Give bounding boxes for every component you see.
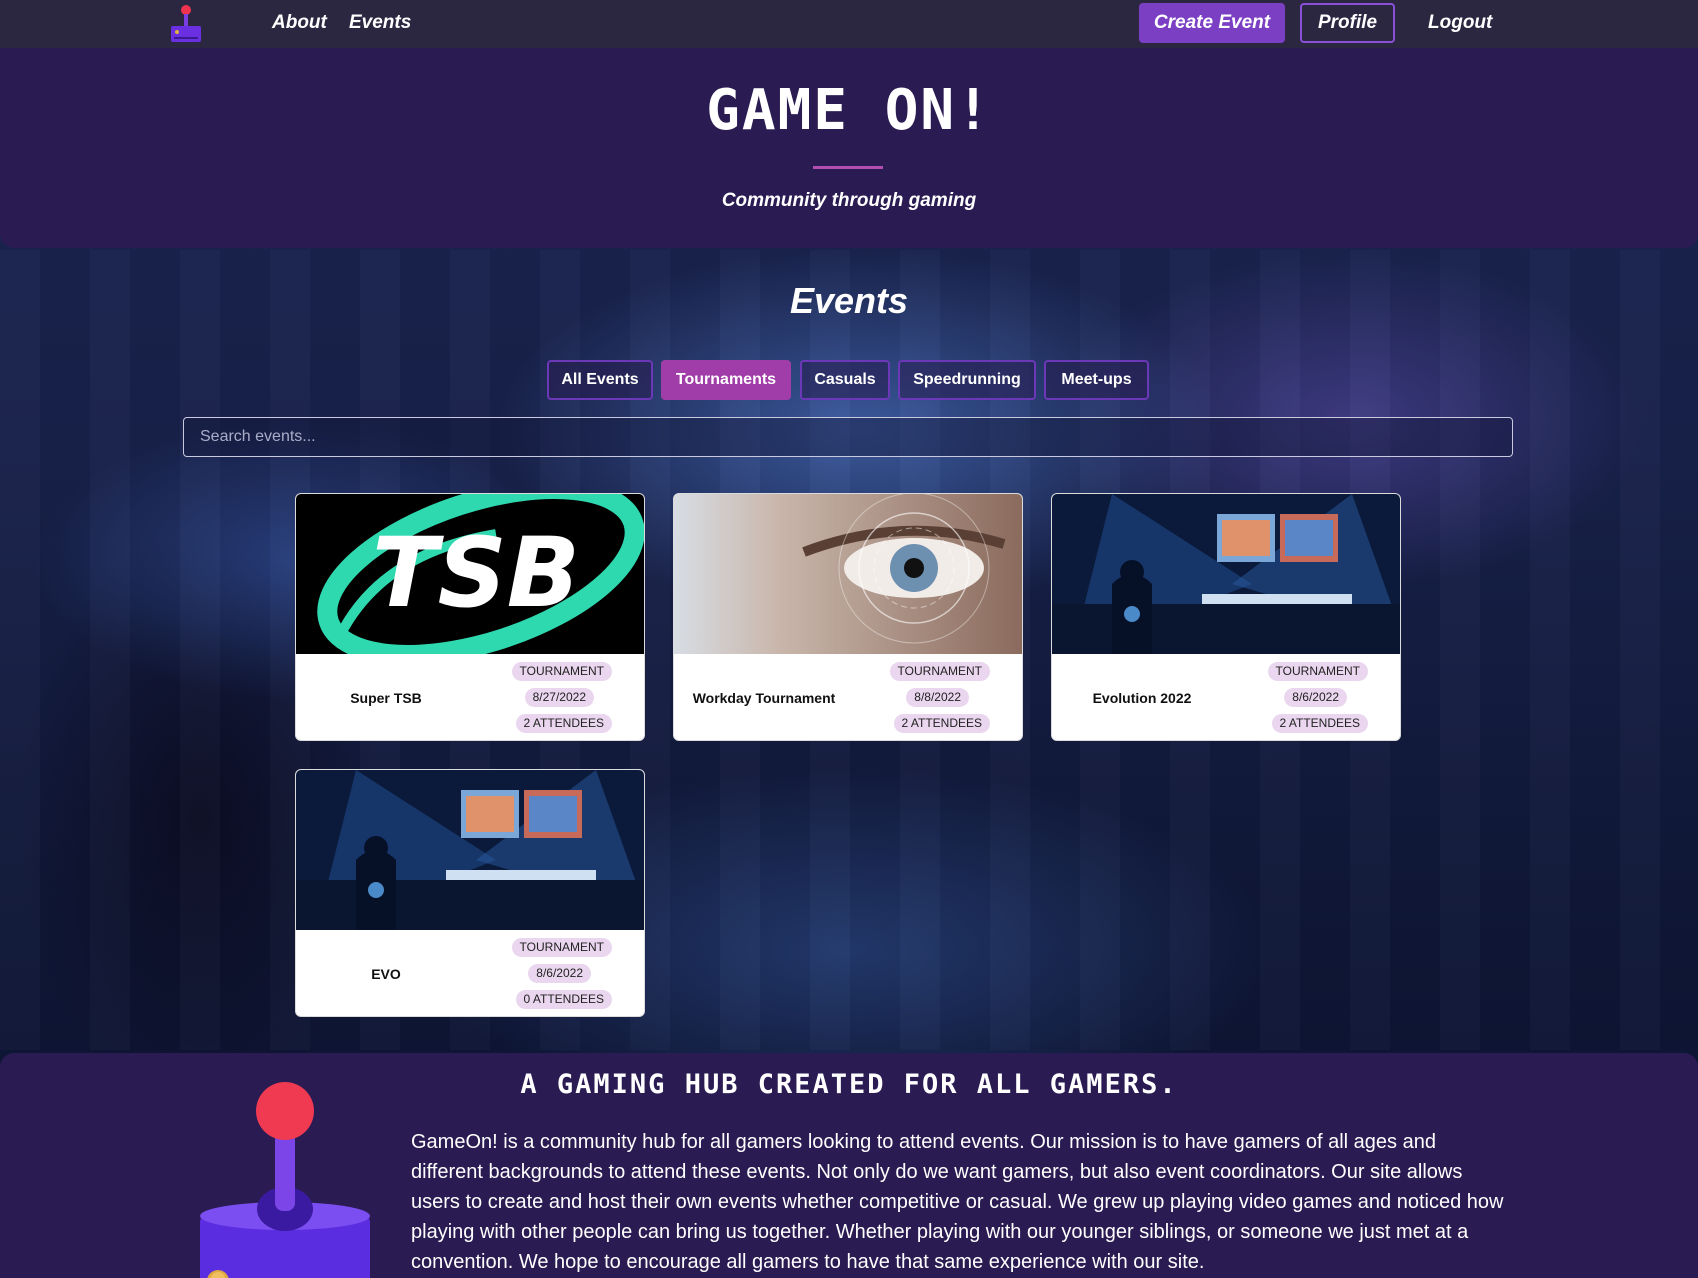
arena-stage-image: [1052, 494, 1400, 654]
event-card-super-tsb[interactable]: TSB Super TSB TOURNAMENT 8/27/2022 2 ATT…: [295, 493, 645, 741]
event-name: Workday Tournament: [692, 690, 836, 706]
site-title: GAME ON!: [706, 78, 992, 143]
event-date-badge: 8/8/2022: [906, 688, 969, 707]
event-type-badge: TOURNAMENT: [1267, 662, 1368, 681]
nav-events-link[interactable]: Events: [349, 12, 411, 34]
create-event-button[interactable]: Create Event: [1139, 3, 1285, 43]
event-date-badge: 8/27/2022: [524, 688, 594, 707]
search-events-input[interactable]: [183, 417, 1513, 457]
hero-header: GAME ON! Community through gaming: [0, 48, 1698, 248]
filter-tournaments[interactable]: Tournaments: [661, 360, 791, 400]
events-heading: Events: [789, 280, 909, 321]
tsb-logo-text: TSB: [372, 517, 580, 629]
about-section: A GAMING HUB CREATED FOR ALL GAMERS. Gam…: [0, 1053, 1698, 1278]
event-filter-bar: All Events Tournaments Casuals Speedrunn…: [0, 360, 1698, 402]
joystick-logo-icon[interactable]: [168, 4, 204, 44]
event-type-badge: TOURNAMENT: [511, 662, 612, 681]
filter-casuals[interactable]: Casuals: [800, 360, 890, 400]
event-date-badge: 8/6/2022: [528, 964, 591, 983]
attendees-badge: 0 ATTENDEES: [515, 990, 612, 1009]
navbar: About Events Create Event Profile Logout: [0, 0, 1698, 48]
filter-all-events[interactable]: All Events: [547, 360, 653, 400]
logout-link[interactable]: Logout: [1428, 12, 1492, 34]
site-subtitle: Community through gaming: [721, 190, 977, 211]
page: About Events Create Event Profile Logout…: [0, 0, 1698, 1278]
event-type-badge: TOURNAMENT: [511, 938, 612, 957]
event-name: Super TSB: [350, 690, 422, 706]
event-date-badge: 8/6/2022: [1284, 688, 1347, 707]
arena-stage-image: [296, 770, 644, 930]
attendees-badge: 2 ATTENDEES: [893, 714, 990, 733]
eye-closeup-image: [674, 494, 1022, 654]
event-name: EVO: [371, 966, 401, 982]
tsb-logo-image: TSB: [296, 494, 644, 654]
filter-meetups[interactable]: Meet-ups: [1044, 360, 1149, 400]
event-type-badge: TOURNAMENT: [889, 662, 990, 681]
event-card-workday-tournament[interactable]: Workday Tournament TOURNAMENT 8/8/2022 2…: [673, 493, 1023, 741]
event-card-evo[interactable]: EVO TOURNAMENT 8/6/2022 0 ATTENDEES: [295, 769, 645, 1017]
event-card-evolution-2022[interactable]: Evolution 2022 TOURNAMENT 8/6/2022 2 ATT…: [1051, 493, 1401, 741]
about-description: GameOn! is a community hub for all gamer…: [411, 1131, 1504, 1273]
attendees-badge: 2 ATTENDEES: [1271, 714, 1368, 733]
title-divider: [813, 166, 883, 169]
joystick-illustration-icon: [200, 1082, 370, 1278]
nav-about-link[interactable]: About: [272, 12, 327, 34]
attendees-badge: 2 ATTENDEES: [515, 714, 612, 733]
about-heading: A GAMING HUB CREATED FOR ALL GAMERS.: [520, 1069, 1178, 1100]
event-name: Evolution 2022: [1092, 690, 1192, 706]
profile-button[interactable]: Profile: [1300, 3, 1395, 43]
filter-speedrunning[interactable]: Speedrunning: [898, 360, 1036, 400]
